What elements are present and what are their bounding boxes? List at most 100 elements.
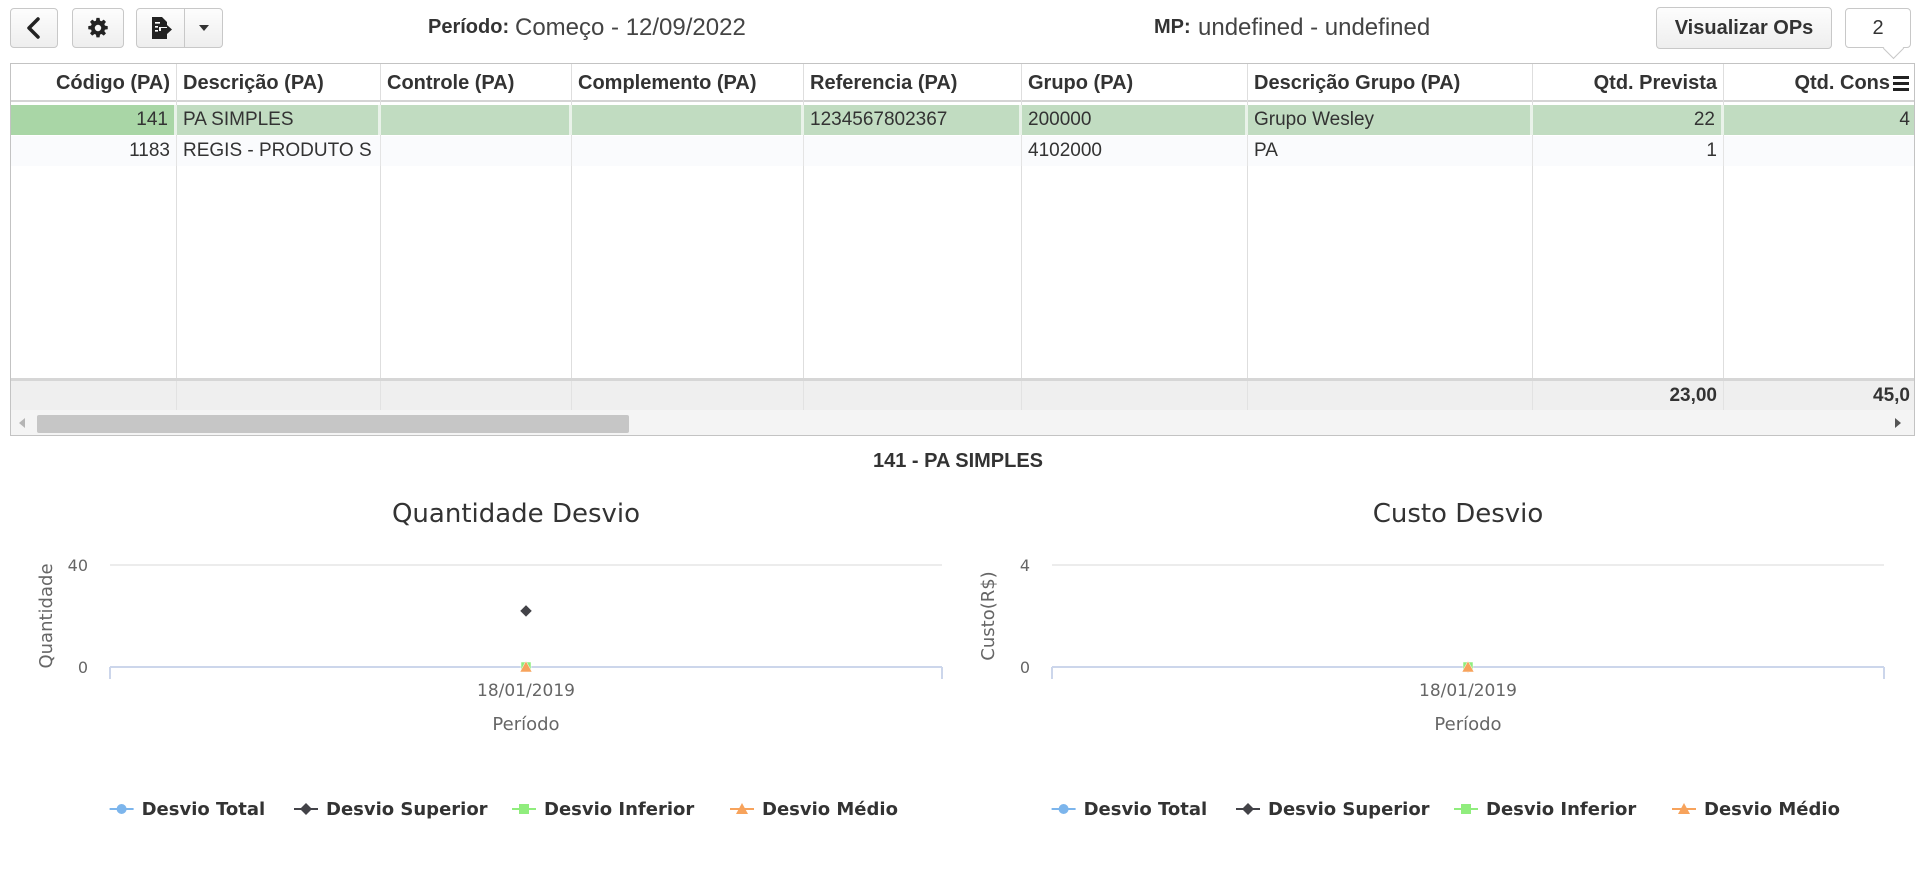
custo-desvio-chart: Custo Desvio 0 4 18/01/2019 Período Custo(R$)…: [952, 488, 1902, 868]
legend-label: Desvio Médio: [1704, 799, 1840, 820]
y-tick-label: 4: [1020, 556, 1030, 575]
gear-icon: [88, 17, 108, 38]
cell-complemento: [572, 105, 804, 135]
summary-qtd-consumida: 45,0: [1873, 385, 1910, 406]
settings-button[interactable]: [72, 8, 124, 48]
legend-label: Desvio Total: [1084, 799, 1208, 820]
legend-marker-icon: [1461, 804, 1471, 814]
table-row[interactable]: 141 PA SIMPLES 1234567802367 200000 Grup…: [11, 105, 1914, 135]
chevron-left-icon: [27, 17, 40, 39]
column-header-grupo[interactable]: Grupo (PA): [1022, 64, 1248, 102]
legend-item[interactable]: Desvio Superior: [1236, 799, 1430, 820]
chart-title: Quantidade Desvio: [392, 499, 640, 529]
legend-marker-icon: [1242, 803, 1254, 815]
legend-item[interactable]: Desvio Total: [1051, 799, 1208, 820]
legend-marker-icon: [300, 803, 312, 815]
cell-descricao-grupo: Grupo Wesley: [1248, 105, 1533, 135]
export-button[interactable]: [136, 8, 186, 48]
column-header-descricao-grupo[interactable]: Descrição Grupo (PA): [1248, 64, 1533, 102]
legend-item[interactable]: Desvio Médio: [730, 799, 898, 820]
legend-label: Desvio Inferior: [544, 799, 694, 820]
chart-title: Custo Desvio: [1373, 499, 1544, 529]
back-button[interactable]: [10, 8, 58, 48]
column-header-complemento[interactable]: Complemento (PA): [572, 64, 804, 102]
y-tick-label: 0: [78, 658, 88, 677]
x-tick-label: 18/01/2019: [1419, 681, 1517, 701]
chart-svg: Custo Desvio 0 4 18/01/2019 Período Custo(R$)…: [978, 499, 1885, 820]
export-button-group: [136, 8, 224, 48]
table-row[interactable]: 1183 REGIS - PRODUTO S 4102000 PA 1: [11, 136, 1914, 166]
summary-cell: [804, 381, 1022, 410]
column-header-controle[interactable]: Controle (PA): [381, 64, 572, 102]
mp-label: MP:: [1154, 16, 1191, 38]
cell-controle: [381, 105, 572, 135]
summary-cell: [1248, 381, 1533, 410]
legend-item[interactable]: Desvio Médio: [1672, 799, 1840, 820]
legend-item[interactable]: Desvio Inferior: [1454, 799, 1636, 820]
periodo-value: Começo - 12/09/2022: [515, 14, 746, 41]
cell-grupo: 200000: [1022, 105, 1248, 135]
summary-cell: [381, 381, 572, 410]
toolbar: Período: Começo - 12/09/2022 MP: undefin…: [0, 0, 1916, 58]
y-tick-label: 0: [1020, 658, 1030, 677]
scroll-left-icon[interactable]: [19, 418, 25, 428]
visualizar-ops-button[interactable]: Visualizar OPs: [1656, 7, 1832, 49]
y-axis-title: Quantidade: [36, 563, 57, 668]
legend-marker-icon: [116, 804, 127, 814]
export-dropdown-button[interactable]: [184, 8, 223, 48]
periodo-label: Período:: [428, 16, 510, 38]
horizontal-scrollbar[interactable]: [11, 410, 1914, 435]
cell-controle: [381, 136, 572, 166]
cell-qtd-consumida: [1724, 136, 1914, 166]
summary-qtd-prevista: 23,00: [1533, 381, 1724, 410]
legend-marker-icon: [1058, 804, 1069, 814]
legend-label: Desvio Inferior: [1486, 799, 1636, 820]
column-header-referencia[interactable]: Referencia (PA): [804, 64, 1022, 102]
column-header-codigo[interactable]: Código (PA): [11, 64, 177, 102]
y-tick-label: 40: [68, 556, 88, 575]
legend-label: Desvio Superior: [1268, 799, 1430, 820]
cell-referencia: 1234567802367: [804, 105, 1022, 135]
column-header-qtd-prevista[interactable]: Qtd. Prevista: [1533, 64, 1724, 102]
legend-label: Desvio Superior: [326, 799, 488, 820]
x-axis-title: Período: [1434, 714, 1501, 735]
cell-qtd-prevista: 22: [1533, 105, 1724, 135]
cell-referencia: [804, 136, 1022, 166]
cell-codigo: 1183: [11, 136, 177, 166]
legend-item[interactable]: Desvio Superior: [294, 799, 488, 820]
cell-descricao-grupo: PA: [1248, 136, 1533, 166]
column-menu-icon[interactable]: [1891, 73, 1911, 93]
cell-qtd-prevista: 1: [1533, 136, 1724, 166]
column-header-qtd-consumida[interactable]: Qtd. Consur: [1724, 64, 1914, 102]
chart-svg: Quantidade Desvio 0 40 18/01/2019 Período Qua…: [36, 499, 943, 820]
scroll-right-icon[interactable]: [1895, 418, 1901, 428]
legend-item[interactable]: Desvio Total: [109, 799, 266, 820]
mp-value: undefined - undefined: [1198, 14, 1431, 41]
summary-row: 23,00 45,0: [11, 378, 1914, 410]
column-header-descricao[interactable]: Descrição (PA): [177, 64, 381, 102]
cell-grupo: 4102000: [1022, 136, 1248, 166]
file-export-icon: [151, 17, 172, 39]
summary-cell: [1022, 381, 1248, 410]
y-axis-title: Custo(R$): [978, 571, 999, 660]
cell-codigo: 141: [11, 105, 177, 135]
cell-complemento: [572, 136, 804, 166]
legend-label: Desvio Total: [142, 799, 266, 820]
legend-marker-icon: [519, 804, 529, 814]
quantidade-desvio-chart: Quantidade Desvio 0 40 18/01/2019 Período Qua…: [10, 488, 960, 868]
cell-descricao: REGIS - PRODUTO S: [177, 136, 381, 166]
data-point-desvio-superior: [519, 604, 533, 618]
cell-descricao: PA SIMPLES: [177, 105, 381, 135]
x-tick-label: 18/01/2019: [477, 681, 575, 701]
data-grid: Código (PA) Descrição (PA) Controle (PA)…: [10, 63, 1915, 436]
caret-down-icon: [198, 25, 209, 31]
summary-cell: [11, 381, 177, 410]
x-axis-title: Período: [492, 714, 559, 735]
selected-product-title: 141 - PA SIMPLES: [872, 450, 1044, 472]
scrollbar-thumb[interactable]: [37, 415, 629, 433]
summary-cell: [177, 381, 381, 410]
summary-cell: [572, 381, 804, 410]
legend-label: Desvio Médio: [762, 799, 898, 820]
legend-item[interactable]: Desvio Inferior: [512, 799, 694, 820]
cell-qtd-consumida: 4: [1899, 109, 1910, 130]
